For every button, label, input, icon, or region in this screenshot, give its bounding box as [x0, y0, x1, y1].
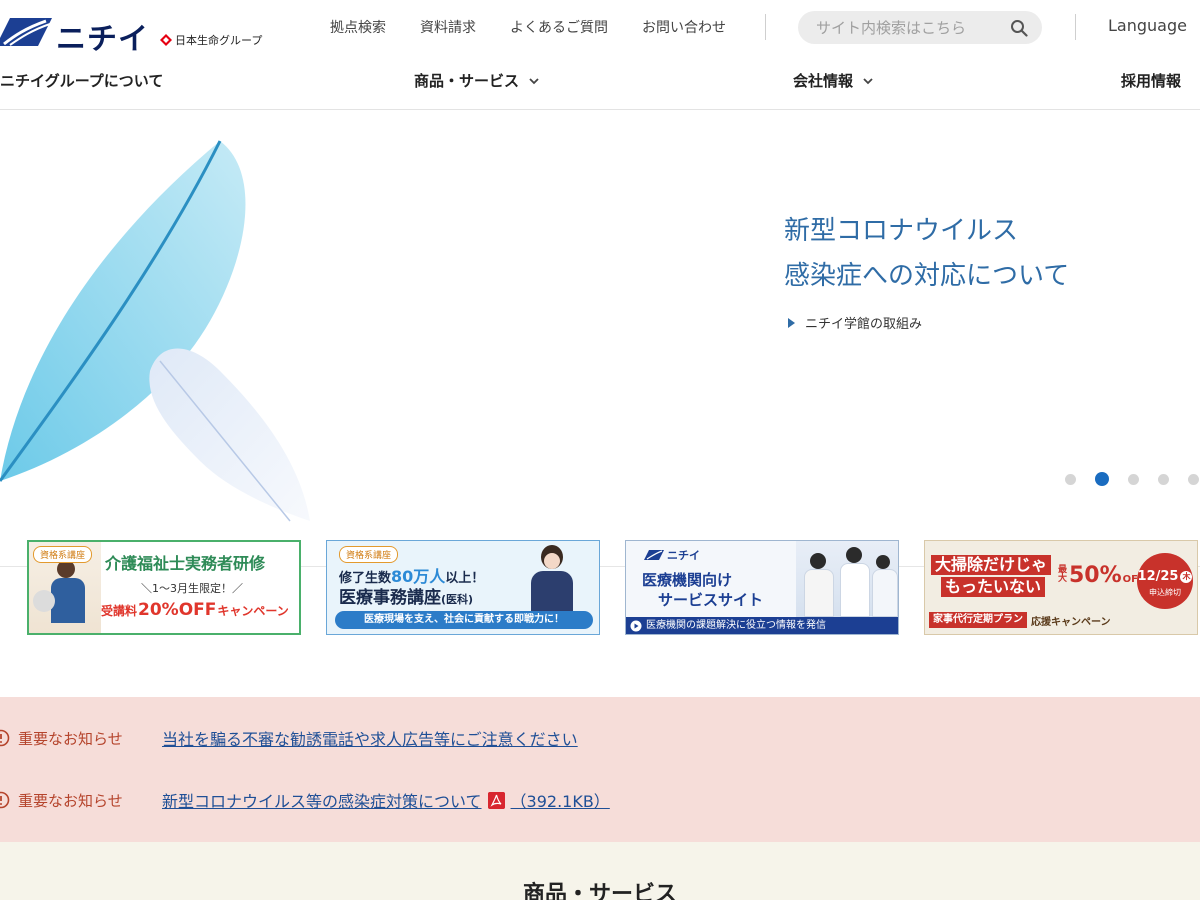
banner-line1: 医療機関向け [642, 571, 733, 589]
language-selector[interactable]: Language [1108, 16, 1187, 35]
notice-label: 重要なお知らせ [18, 729, 123, 748]
pdf-icon [487, 791, 505, 809]
chevron-down-icon [863, 77, 873, 84]
important-notices: 重要なお知らせ 当社を騙る不審な勧誘電話や求人広告等にご注意ください 重要なお知… [0, 697, 1200, 842]
banner-line2: もったいない [941, 577, 1046, 597]
banner-title: 介護福祉士実務者研修 [105, 554, 266, 573]
banner-cta: 受講料 20%OFF キャンペーン [101, 600, 289, 620]
nichii-logo-mark-icon [644, 550, 664, 560]
alert-circle-icon [0, 791, 10, 809]
banner-tag: 資格系講座 [33, 546, 93, 563]
play-circle-icon [630, 620, 642, 632]
banner-footer: 家事代行定期プラン 応援キャンペーン [929, 611, 1111, 629]
banner-logo: ニチイ [644, 547, 700, 563]
carousel-dot[interactable] [1065, 473, 1076, 485]
banner-medical-office[interactable]: 資格系講座 修了生数80万人以上！ 医療事務講座(医科) 医療現場を支え、社会に… [326, 540, 600, 635]
notice-link[interactable]: 当社を騙る不審な勧誘電話や求人広告等にご注意ください [162, 726, 578, 750]
divider [1075, 14, 1076, 40]
notice-link-pdf[interactable]: 新型コロナウイルス等の感染症対策について （392.1KB） [162, 788, 610, 812]
banner-title: 医療事務講座(医科) [339, 588, 474, 608]
banner-footer: 医療機関の課題解決に役立つ情報を発信 [626, 617, 898, 634]
banner-line1: 大掃除だけじゃ [931, 555, 1052, 575]
triangle-right-icon [788, 317, 795, 328]
products-section: 商品・サービス [0, 842, 1200, 900]
carousel-dot[interactable] [1128, 473, 1139, 485]
nichii-logo-mark-icon [0, 18, 52, 46]
site-search[interactable] [798, 11, 1042, 44]
banner-care-training[interactable]: 資格系講座 介護福祉士実務者研修 ＼1〜3月生限定！／ 受講料 20%OFF キ… [27, 540, 301, 635]
search-input[interactable] [816, 11, 1006, 44]
hero-carousel: 新型コロナウイルス 感染症への対応について ニチイ学館の取組み [0, 111, 1200, 531]
banner-sub: ＼1〜3月生限定！／ [141, 582, 243, 595]
request-materials-link[interactable]: 資料請求 [420, 18, 476, 38]
hero-title[interactable]: 新型コロナウイルス 感染症への対応について [784, 209, 1069, 299]
hero-link[interactable]: ニチイ学館の取組み [788, 313, 922, 332]
deadline-badge: 12/25 木 申込締切 [1137, 553, 1193, 609]
carousel-dot-active[interactable] [1095, 472, 1109, 486]
site-header: ニチイ 日本生命グループ 拠点検索 資料請求 よくあるご質問 お問い合わせ La… [0, 0, 1200, 110]
banner-photo [796, 541, 898, 617]
banner-footer: 医療現場を支え、社会に貢献する即戦力に！ [335, 611, 593, 629]
carousel-dots [1065, 472, 1199, 486]
alert-circle-icon [0, 729, 10, 747]
logo-text: ニチイ [56, 22, 149, 57]
section-title: 商品・サービス [522, 882, 677, 900]
banner-tag: 資格系講座 [339, 546, 399, 563]
group-label: 日本生命グループ [160, 32, 262, 48]
banner-housekeeping[interactable]: 大掃除だけじゃ もったいない 最大 50% OFF 12/25 木 申込締切 家… [924, 540, 1198, 635]
nav-company[interactable]: 会社情報 [793, 70, 873, 91]
carousel-dot[interactable] [1158, 473, 1169, 485]
site-logo[interactable]: ニチイ 日本生命グループ [0, 14, 270, 57]
chevron-down-icon [529, 77, 539, 84]
feather-image [0, 140, 310, 522]
contact-link[interactable]: お問い合わせ [642, 18, 726, 38]
location-search-link[interactable]: 拠点検索 [330, 18, 386, 38]
main-nav: ニチイグループについて 商品・サービス 会社情報 採用情報 [0, 70, 1200, 94]
banner-strip: 資格系講座 介護福祉士実務者研修 ＼1〜3月生限定！／ 受講料 20%OFF キ… [0, 532, 1200, 647]
utility-nav: 拠点検索 資料請求 よくあるご質問 お問い合わせ [330, 18, 760, 38]
nav-products[interactable]: 商品・サービス [414, 70, 539, 91]
faq-link[interactable]: よくあるご質問 [510, 18, 608, 38]
banner-medical-services[interactable]: ニチイ 医療機関向け サービスサイト 医療機関の課題解決に役立つ情報を発信 [625, 540, 899, 635]
carousel-dot[interactable] [1188, 473, 1199, 485]
nissay-diamond-icon [160, 34, 172, 46]
banner-photo [523, 545, 581, 611]
banner-discount: 最大 50% OFF [1056, 563, 1145, 588]
notice-label: 重要なお知らせ [18, 791, 123, 810]
banner-line2: サービスサイト [658, 591, 764, 609]
nav-recruit[interactable]: 採用情報 [1121, 70, 1181, 91]
divider [765, 14, 766, 40]
search-icon[interactable] [1010, 19, 1028, 37]
nav-about[interactable]: ニチイグループについて [0, 70, 163, 91]
